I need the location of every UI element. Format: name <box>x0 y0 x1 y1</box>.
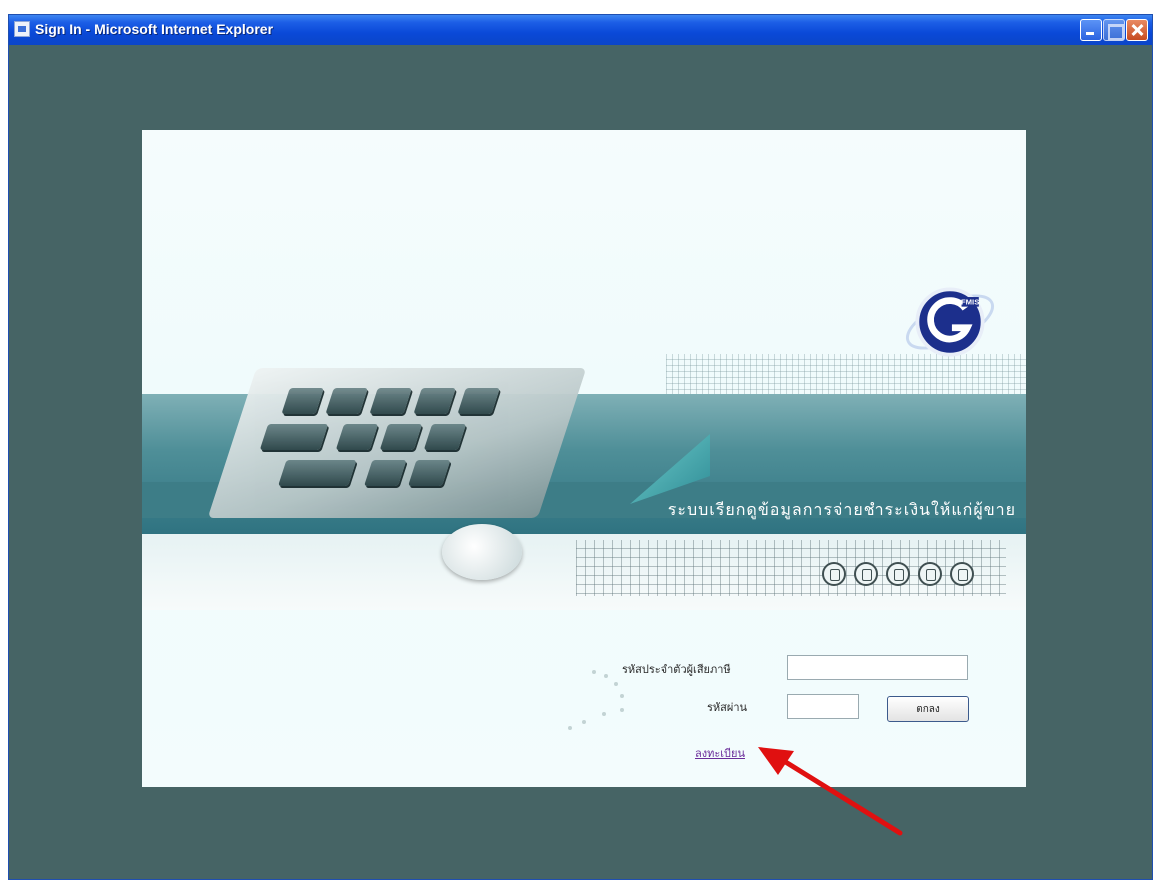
minimize-button[interactable] <box>1080 19 1102 41</box>
ok-button[interactable]: ตกลง <box>887 696 969 722</box>
banner-icon-row <box>822 562 974 588</box>
svg-text:FMIS: FMIS <box>961 298 979 307</box>
hand-pointer-icon <box>918 562 942 586</box>
annotation-arrow <box>758 747 903 836</box>
title-bar[interactable]: Sign In - Microsoft Internet Explorer <box>9 15 1152 45</box>
password-label: รหัสผ่าน <box>707 701 748 714</box>
printer-icon <box>886 562 910 586</box>
gfmis-logo: FMIS <box>906 287 994 357</box>
tax-id-label: รหัสประจำตัวผู้เสียภาษี <box>622 663 731 676</box>
globe-icon <box>822 562 846 586</box>
maximize-button[interactable] <box>1103 19 1125 41</box>
page-icon <box>14 21 30 37</box>
password-input[interactable] <box>787 694 859 719</box>
register-link[interactable]: ลงทะเบียน <box>695 744 745 762</box>
window-title: Sign In - Microsoft Internet Explorer <box>35 21 274 37</box>
mouse-image <box>442 524 522 580</box>
login-panel: FMIS ระบบเรียกดูข้อมูลการจ่ายชำระเงินให้… <box>142 130 1026 787</box>
decorative-dots <box>562 670 642 740</box>
close-button[interactable] <box>1126 19 1148 41</box>
system-subtitle: ระบบเรียกดูข้อมูลการจ่ายชำระเงินให้แก่ผู… <box>667 500 1016 519</box>
keyboard-image <box>207 368 587 518</box>
document-icon <box>854 562 878 586</box>
power-icon <box>950 562 974 586</box>
tax-id-input[interactable] <box>787 655 968 680</box>
